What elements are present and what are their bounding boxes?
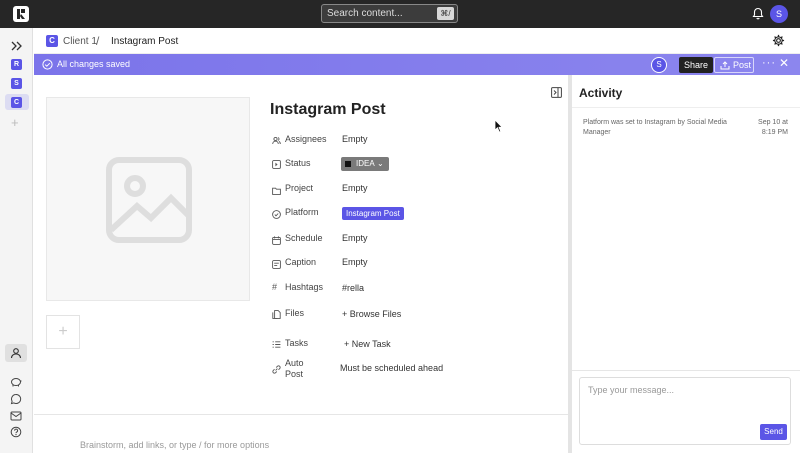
status-value: IDEA bbox=[356, 159, 375, 168]
more-options-icon[interactable]: ··· bbox=[762, 57, 776, 69]
status-bar: All changes saved S Share Post ··· ✕ bbox=[34, 54, 800, 75]
users-icon bbox=[272, 134, 281, 148]
save-status-text: All changes saved bbox=[57, 59, 131, 69]
status-icon bbox=[272, 158, 281, 172]
status-dropdown[interactable]: IDEA ⌄ bbox=[341, 157, 389, 171]
collapse-panel-icon[interactable] bbox=[551, 87, 562, 101]
caption-label: Caption bbox=[285, 257, 317, 267]
send-button[interactable]: Send bbox=[760, 424, 787, 440]
chat-icon[interactable] bbox=[10, 393, 22, 408]
editor-placeholder[interactable]: Brainstorm, add links, or type / for mor… bbox=[80, 440, 269, 450]
chevron-down-icon: ⌄ bbox=[377, 159, 384, 168]
search-shortcut-badge: ⌘/ bbox=[437, 7, 454, 20]
collaborator-avatar[interactable]: S bbox=[651, 57, 667, 73]
workspace-c[interactable]: C bbox=[11, 97, 22, 108]
message-input[interactable] bbox=[588, 385, 778, 395]
close-icon[interactable]: ✕ bbox=[779, 56, 789, 70]
calendar-icon bbox=[272, 234, 281, 248]
post-button-label: Post bbox=[733, 60, 752, 70]
left-rail: R S C + bbox=[0, 28, 33, 453]
message-composer: Send bbox=[579, 377, 791, 445]
assignees-label: Assignees bbox=[285, 134, 327, 144]
post-button[interactable]: Post bbox=[714, 57, 754, 73]
files-label: Files bbox=[285, 308, 305, 318]
platform-label: Platform bbox=[285, 207, 319, 217]
browse-files-button[interactable]: + Browse Files bbox=[342, 309, 401, 319]
schedule-label: Schedule bbox=[285, 233, 323, 243]
new-task-button[interactable]: + New Task bbox=[344, 339, 391, 349]
media-placeholder[interactable] bbox=[46, 97, 250, 301]
hashtag-icon: # bbox=[272, 282, 278, 292]
bell-icon[interactable] bbox=[752, 7, 764, 23]
post-title[interactable]: Instagram Post bbox=[270, 101, 386, 119]
gear-icon[interactable] bbox=[772, 34, 785, 50]
share-button[interactable]: Share bbox=[679, 57, 714, 73]
breadcrumb-client[interactable]: Client 1 bbox=[63, 36, 97, 47]
caption-value[interactable]: Empty bbox=[342, 257, 368, 267]
post-detail-panel: + Instagram Post Assignees Empty Status … bbox=[34, 75, 568, 453]
platform-tag[interactable]: Instagram Post bbox=[342, 207, 404, 220]
image-icon bbox=[106, 157, 192, 243]
help-icon[interactable] bbox=[10, 426, 22, 441]
activity-entry-text: Platform was set to Instagram by Social … bbox=[583, 119, 727, 136]
autopost-label-line1: Auto bbox=[285, 358, 304, 368]
breadcrumb-current: Instagram Post bbox=[111, 36, 179, 47]
add-workspace-button[interactable]: + bbox=[11, 115, 19, 130]
editor-divider bbox=[34, 414, 568, 415]
status-color-swatch bbox=[345, 161, 351, 167]
breadcrumb: C Client 1 / Instagram Post bbox=[34, 28, 800, 54]
link-icon bbox=[272, 363, 281, 377]
user-avatar[interactable]: S bbox=[770, 5, 788, 23]
client-badge[interactable]: C bbox=[46, 35, 58, 47]
project-label: Project bbox=[285, 183, 314, 193]
hashtags-value[interactable]: #rella bbox=[342, 283, 364, 293]
assignees-value[interactable]: Empty bbox=[342, 134, 368, 144]
mouse-cursor-icon bbox=[494, 119, 504, 136]
user-icon bbox=[10, 347, 22, 362]
project-value[interactable]: Empty bbox=[342, 183, 368, 193]
caption-icon bbox=[272, 258, 281, 272]
activity-footer-divider bbox=[572, 370, 800, 371]
check-circle-icon bbox=[42, 59, 53, 73]
activity-title: Activity bbox=[579, 86, 623, 100]
tasks-label: Tasks bbox=[285, 338, 309, 348]
mail-icon[interactable] bbox=[10, 410, 22, 424]
search-placeholder: Search content... bbox=[327, 8, 403, 19]
platform-icon bbox=[272, 208, 281, 222]
workspace-r[interactable]: R bbox=[11, 59, 22, 70]
activity-panel: Activity Platform was set to Instagram b… bbox=[572, 75, 800, 453]
top-bar: Search content... ⌘/ S bbox=[0, 0, 800, 28]
app-logo[interactable] bbox=[13, 6, 29, 22]
tasks-icon bbox=[272, 338, 281, 352]
autopost-value[interactable]: Must be scheduled ahead bbox=[340, 363, 443, 373]
search-input[interactable]: Search content... ⌘/ bbox=[321, 4, 458, 23]
breadcrumb-separator: / bbox=[96, 34, 100, 48]
expand-sidebar-icon[interactable] bbox=[11, 40, 22, 54]
autopost-label-line2: Post bbox=[285, 369, 304, 379]
activity-entry-time: Sep 10 at 8:19 PM bbox=[758, 119, 788, 136]
workspace-s[interactable]: S bbox=[11, 78, 22, 89]
activity-header-divider bbox=[572, 107, 800, 108]
hashtags-label: Hashtags bbox=[285, 282, 324, 292]
add-media-button[interactable]: + bbox=[46, 315, 80, 349]
status-label: Status bbox=[285, 158, 311, 168]
piggy-bank-icon[interactable] bbox=[10, 376, 22, 390]
folder-icon bbox=[272, 184, 281, 198]
schedule-value[interactable]: Empty bbox=[342, 233, 368, 243]
files-icon bbox=[272, 308, 281, 322]
